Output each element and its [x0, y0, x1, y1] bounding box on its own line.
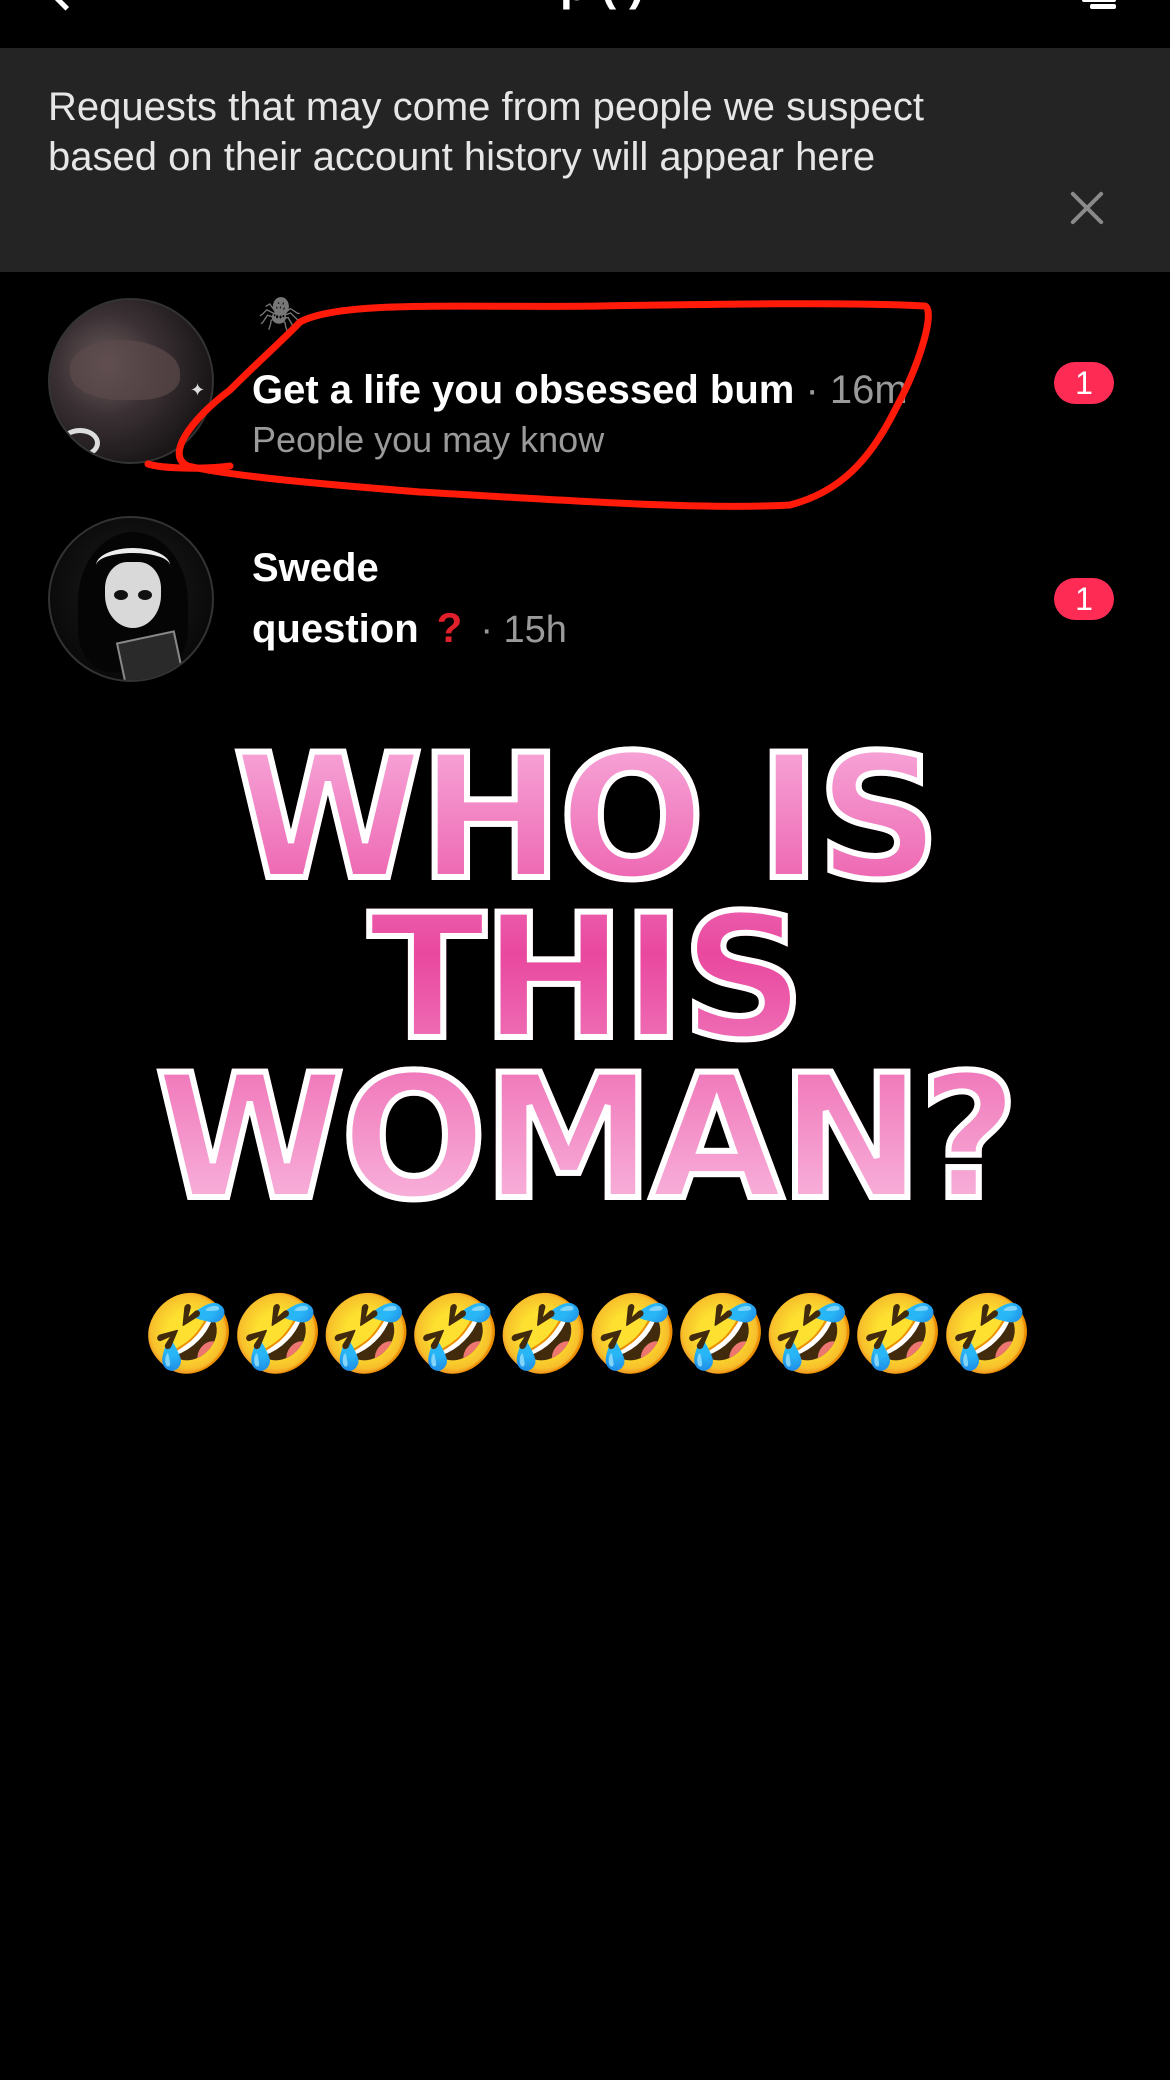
red-question-mark-icon: ?	[436, 604, 463, 651]
meme-overlay-text: WHO IS THIS WOMAN?	[0, 717, 1170, 1238]
spider-icon: 🕷	[258, 296, 302, 334]
request-title: Get a life you obsessed bum · 16m	[252, 366, 908, 414]
suspicious-requests-banner: Requests that may come from people we su…	[0, 48, 1170, 272]
unread-badge: 1	[1054, 362, 1114, 404]
request-row[interactable]: Swede question? · 15h 1	[0, 508, 1170, 708]
request-title-text: Get a life you obsessed bum	[252, 368, 795, 412]
meme-line: WHO IS	[230, 717, 944, 918]
filter-icon[interactable]	[1076, 0, 1116, 10]
laughing-emoji-row: 🤣🤣🤣🤣🤣🤣🤣🤣🤣🤣	[141, 1292, 1034, 1377]
request-subtitle: People you may know	[252, 419, 605, 460]
page-title: p ( )	[560, 0, 644, 8]
top-bar: p ( )	[0, 0, 1170, 48]
unread-badge: 1	[1054, 578, 1114, 620]
request-message: question	[252, 607, 419, 651]
request-row[interactable]: ✦ 🕷 Get a life you obsessed bum · 16m Pe…	[0, 290, 1170, 490]
request-message-line: question? · 15h	[252, 604, 567, 654]
chevron-left-icon[interactable]	[46, 0, 85, 11]
meme-line: THIS	[365, 877, 808, 1078]
banner-text: Requests that may come from people we su…	[48, 85, 924, 179]
close-icon[interactable]	[1062, 184, 1112, 234]
request-title: Swede	[252, 546, 379, 590]
avatar[interactable]	[48, 516, 214, 682]
avatar[interactable]: ✦	[48, 298, 214, 464]
request-time: · 16m	[794, 368, 908, 412]
meme-line: WOMAN?	[152, 1037, 1022, 1238]
request-time: · 15h	[480, 609, 567, 651]
